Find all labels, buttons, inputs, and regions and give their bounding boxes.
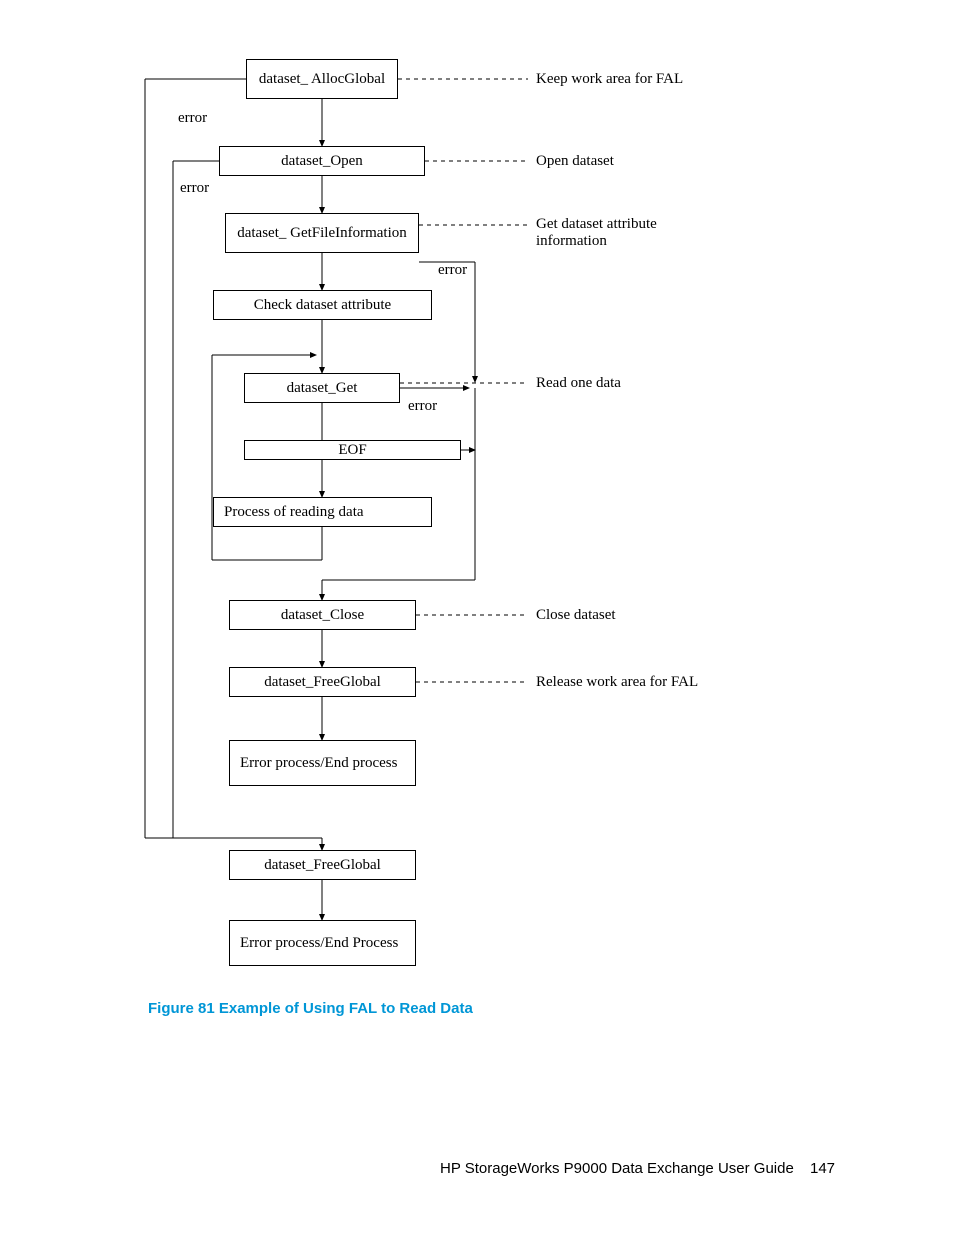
box-get: dataset_Get [244, 373, 400, 403]
annot-close: Close dataset [536, 607, 616, 624]
box-check-attribute: Check dataset attribute [213, 290, 432, 320]
box-free-global-1: dataset_FreeGlobal [229, 667, 416, 697]
annot-getinfo: Get dataset attribute information [536, 216, 696, 250]
err-label-get: error [408, 398, 437, 415]
box-eof: EOF [244, 440, 461, 460]
annot-get: Read one data [536, 375, 621, 392]
annot-alloc: Keep work area for FAL [536, 71, 683, 88]
err-label-getinfo: error [438, 262, 467, 279]
annot-free: Release work area for FAL [536, 674, 698, 691]
box-process-reading: Process of reading data [213, 497, 432, 527]
box-open: dataset_Open [219, 146, 425, 176]
box-error-end-2: Error process/End Process [229, 920, 416, 966]
err-label-open: error [180, 180, 209, 197]
page-number: 147 [810, 1160, 835, 1177]
box-error-end-1: Error process/End process [229, 740, 416, 786]
flowchart-lines [0, 0, 954, 1235]
figure-caption: Figure 81 Example of Using FAL to Read D… [148, 1000, 473, 1017]
annot-open: Open dataset [536, 153, 614, 170]
box-alloc-global: dataset_ AllocGlobal [246, 59, 398, 99]
box-close: dataset_Close [229, 600, 416, 630]
box-get-file-information: dataset_ GetFileInformation [225, 213, 419, 253]
footer-text: HP StorageWorks P9000 Data Exchange User… [440, 1160, 794, 1177]
box-free-global-2: dataset_FreeGlobal [229, 850, 416, 880]
err-label-alloc: error [178, 110, 207, 127]
